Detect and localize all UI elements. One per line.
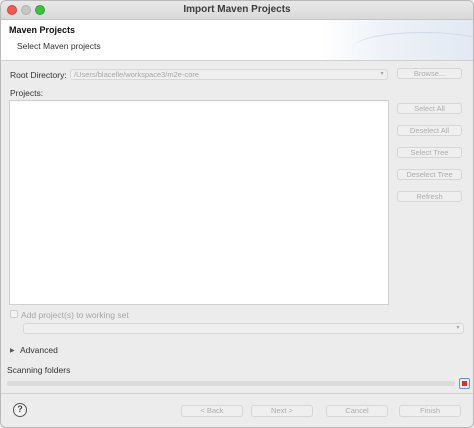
window-title: Import Maven Projects [183,4,291,15]
triangle-right-icon[interactable]: ▶ [10,347,15,354]
wizard-page-description: Select Maven projects [17,41,101,51]
refresh-button[interactable]: Refresh [397,191,462,202]
working-set-label: Add project(s) to working set [21,310,129,320]
deselect-all-button[interactable]: Deselect All [397,125,462,136]
projects-tree[interactable] [9,100,389,305]
help-icon[interactable]: ? [13,403,27,417]
projects-label: Projects: [10,88,44,98]
wizard-page-title: Maven Projects [9,25,76,35]
working-set-checkbox[interactable] [10,310,18,318]
status-text: Scanning folders [7,365,71,375]
select-all-button[interactable]: Select All [397,103,462,114]
root-directory-combo[interactable]: /Users/blacelle/workspace3/m2e-core ▾ [70,69,388,80]
advanced-section-label[interactable]: Advanced [20,345,58,355]
select-tree-button[interactable]: Select Tree [397,147,462,158]
back-button[interactable]: < Back [181,405,243,417]
import-maven-dialog: Import Maven Projects Maven Projects Sel… [0,0,474,428]
title-bar: Import Maven Projects [1,1,473,20]
stop-button[interactable] [459,378,470,389]
cancel-button[interactable]: Cancel [326,405,388,417]
finish-button[interactable]: Finish [399,405,461,417]
next-button[interactable]: Next > [251,405,313,417]
wizard-header: Maven Projects Select Maven projects [1,20,473,61]
chevron-down-icon: ▾ [456,325,460,331]
chevron-down-icon: ▾ [380,71,384,77]
header-banner-graphic [323,20,473,60]
working-set-combo[interactable]: ▾ [23,323,464,334]
footer-separator [1,393,473,394]
browse-button[interactable]: Browse... [397,68,462,79]
stop-icon [462,381,467,386]
root-directory-label: Root Directory: [10,70,67,80]
root-directory-value: /Users/blacelle/workspace3/m2e-core [74,70,200,79]
deselect-tree-button[interactable]: Deselect Tree [397,169,462,180]
progress-bar [7,381,455,386]
